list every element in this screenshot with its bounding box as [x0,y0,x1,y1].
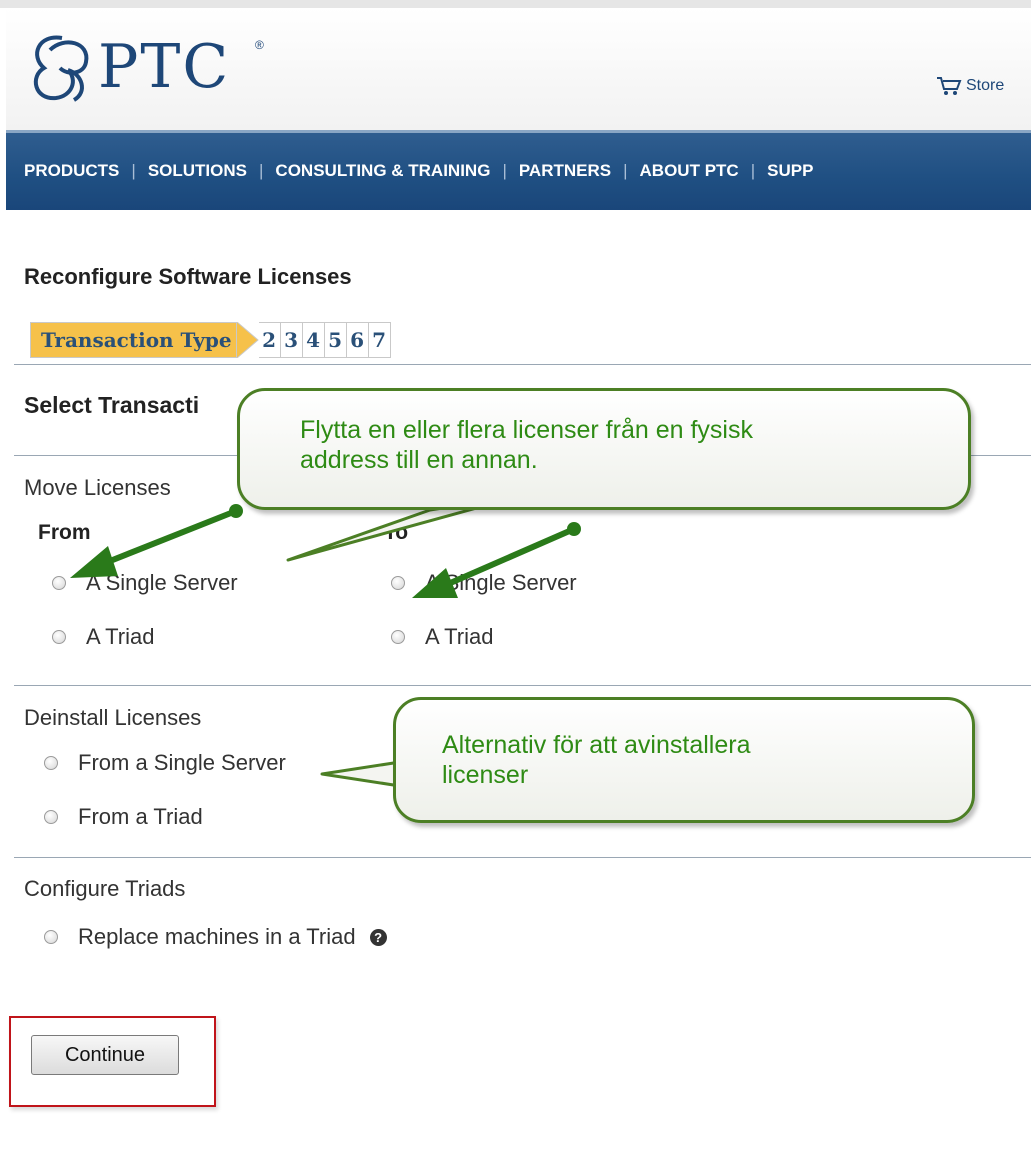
nav-separator: | [259,161,264,180]
replace-machines-option[interactable]: Replace machines in a Triad ? [44,924,387,950]
help-icon[interactable]: ? [369,928,387,946]
divider [14,857,1031,858]
step-6[interactable]: 6 [346,322,369,358]
step-indicator: Transaction Type 2 3 4 5 6 7 [30,322,391,358]
cart-icon [937,77,962,95]
nav-separator: | [131,161,136,180]
deinstall-single-server-option[interactable]: From a Single Server [44,750,286,776]
from-single-server-option[interactable]: A Single Server [52,570,238,596]
option-label: From a Single Server [78,750,286,775]
callout-line: Alternativ för att avinstallera [442,731,751,759]
callout-tail [320,760,402,788]
step-active-label: Transaction Type [41,328,232,352]
divider [14,364,1031,365]
radio-button[interactable] [44,930,58,944]
from-triad-option[interactable]: A Triad [52,624,154,650]
deinstall-triad-option[interactable]: From a Triad [44,804,203,830]
deinstall-licenses-heading: Deinstall Licenses [24,705,202,730]
to-triad-option[interactable]: A Triad [391,624,493,650]
nav-solutions[interactable]: SOLUTIONS [148,161,247,181]
step-4[interactable]: 4 [302,322,325,358]
option-label: A Triad [425,624,494,649]
store-link[interactable]: Store [936,76,1004,96]
configure-triads-heading: Configure Triads [24,876,186,901]
nav-partners[interactable]: PARTNERS [519,161,611,181]
option-label: From a Triad [78,804,203,829]
from-label: From [38,521,91,544]
registered-mark: ® [255,38,264,52]
site-header: PTC ® Store [6,8,1031,130]
section-title: Select Transacti [24,392,200,418]
to-label: To [384,521,409,544]
move-licenses-callout: Flytta en eller flera licenser från en f… [237,388,971,510]
main-nav: PRODUCTS | SOLUTIONS | CONSULTING & TRAI… [6,130,1031,210]
nav-consulting-training[interactable]: CONSULTING & TRAINING [275,161,490,181]
radio-button[interactable] [52,576,66,590]
radio-button[interactable] [52,630,66,644]
option-label: A Triad [86,624,155,649]
nav-separator: | [750,161,756,180]
continue-button[interactable]: Continue [31,1035,179,1075]
logo-wordmark[interactable]: PTC [98,32,230,102]
step-7[interactable]: 7 [368,322,391,358]
radio-button[interactable] [44,810,58,824]
divider [14,685,1031,686]
to-single-server-option[interactable]: A Single Server [391,570,577,596]
nav-support[interactable]: SUPP [767,161,813,181]
step-transaction-type[interactable]: Transaction Type [30,322,237,358]
option-label: A Single Server [86,570,238,595]
deinstall-callout: Alternativ för att avinstallera licenser [393,697,975,823]
callout-line: Flytta en eller flera licenser från en f… [300,416,753,444]
nav-about-ptc[interactable]: ABOUT PTC [640,161,739,181]
store-label: Store [966,77,1005,94]
callout-line: address till en annan. [300,446,538,474]
nav-separator: | [623,161,628,180]
nav-separator: | [502,161,507,180]
move-licenses-heading: Move Licenses [24,475,171,500]
step-chevron-icon [236,322,259,358]
ptc-logo-icon[interactable] [24,30,98,106]
nav-products[interactable]: PRODUCTS [24,161,119,181]
step-2[interactable]: 2 [258,322,281,358]
radio-button[interactable] [391,576,405,590]
step-5[interactable]: 5 [324,322,347,358]
option-label: A Single Server [425,570,577,595]
radio-button[interactable] [44,756,58,770]
radio-button[interactable] [391,630,405,644]
arrow-icon [70,504,243,578]
option-label: Replace machines in a Triad [78,924,356,949]
top-border [0,0,1031,8]
callout-line: licenser [442,761,529,789]
step-3[interactable]: 3 [280,322,303,358]
page-title: Reconfigure Software Licenses [24,264,352,289]
